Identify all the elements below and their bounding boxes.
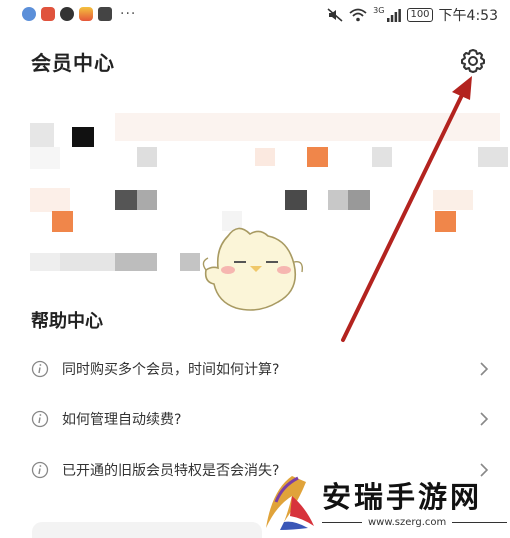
info-icon (31, 410, 49, 428)
help-center-heading: 帮助中心 (31, 311, 103, 332)
info-icon (31, 461, 49, 479)
faq-label: 已开通的旧版会员特权是否会消失? (62, 463, 280, 479)
battery-icon: 100 (407, 8, 433, 22)
more-notifications-icon: ··· (120, 6, 137, 22)
chevron-right-icon (480, 412, 489, 426)
signal-icon (387, 8, 402, 22)
settings-button[interactable] (458, 46, 488, 76)
chevron-right-icon (480, 362, 489, 376)
app-notification-icon (79, 7, 93, 21)
network-type: 3G (373, 5, 385, 15)
mascot-chick-illustration (202, 227, 304, 311)
system-status: 3G 100 下午4:53 (327, 5, 498, 25)
clock: 下午4:53 (438, 8, 498, 24)
divider (322, 522, 362, 523)
watermark-url-text: www.szerg.com (368, 517, 447, 528)
faq-item[interactable]: 如何管理自动续费? (0, 399, 510, 439)
mute-icon (327, 8, 343, 22)
gear-icon (461, 49, 485, 73)
notification-icons: ··· (22, 7, 136, 21)
faq-label: 如何管理自动续费? (62, 412, 182, 428)
app-notification-icon (98, 7, 112, 21)
faq-label: 同时购买多个会员，时间如何计算? (62, 362, 280, 378)
watermark-title: 安瑞手游网 (322, 480, 483, 514)
site-logo-icon (266, 476, 314, 530)
divider (452, 522, 508, 523)
watermark-url: www.szerg.com (322, 517, 508, 528)
status-bar: ··· 3G 100 下午4:53 (0, 0, 510, 32)
app-notification-icon (41, 7, 55, 21)
wifi-icon (349, 8, 367, 22)
chat-icon (60, 7, 74, 21)
app-notification-icon (22, 7, 36, 21)
bottom-card-edge (32, 522, 262, 538)
info-icon (31, 360, 49, 378)
page-title: 会员中心 (31, 51, 115, 75)
faq-item[interactable]: 同时购买多个会员，时间如何计算? (0, 349, 510, 389)
